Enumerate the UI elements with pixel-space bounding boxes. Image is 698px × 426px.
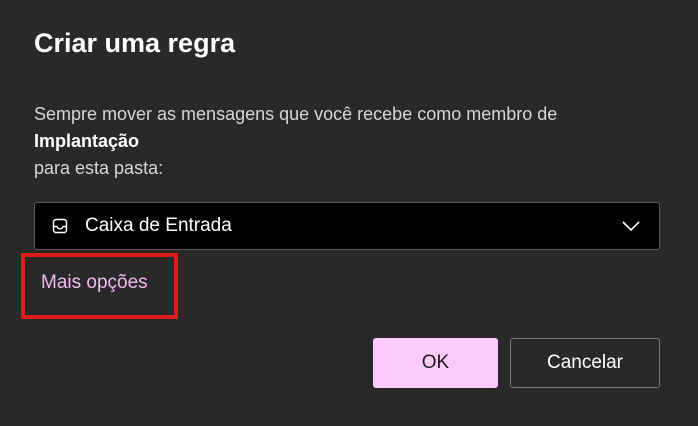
chevron-down-icon <box>621 218 641 234</box>
cancel-button[interactable]: Cancelar <box>510 338 660 388</box>
folder-dropdown-value: Caixa de Entrada <box>85 215 232 236</box>
inbox-icon <box>51 217 69 235</box>
create-rule-dialog: Criar uma regra Sempre mover as mensagen… <box>0 0 698 426</box>
dialog-title: Criar uma regra <box>34 28 236 58</box>
folder-dropdown[interactable]: Caixa de Entrada <box>34 202 660 250</box>
rule-description: Sempre mover as mensagens que você receb… <box>34 101 674 182</box>
description-line: Sempre mover as mensagens que você receb… <box>34 104 558 124</box>
description-line: para esta pasta: <box>34 158 164 178</box>
group-name: Implantação <box>34 131 140 151</box>
ok-button[interactable]: OK <box>373 338 498 388</box>
more-options-link[interactable]: Mais opções <box>41 272 148 294</box>
